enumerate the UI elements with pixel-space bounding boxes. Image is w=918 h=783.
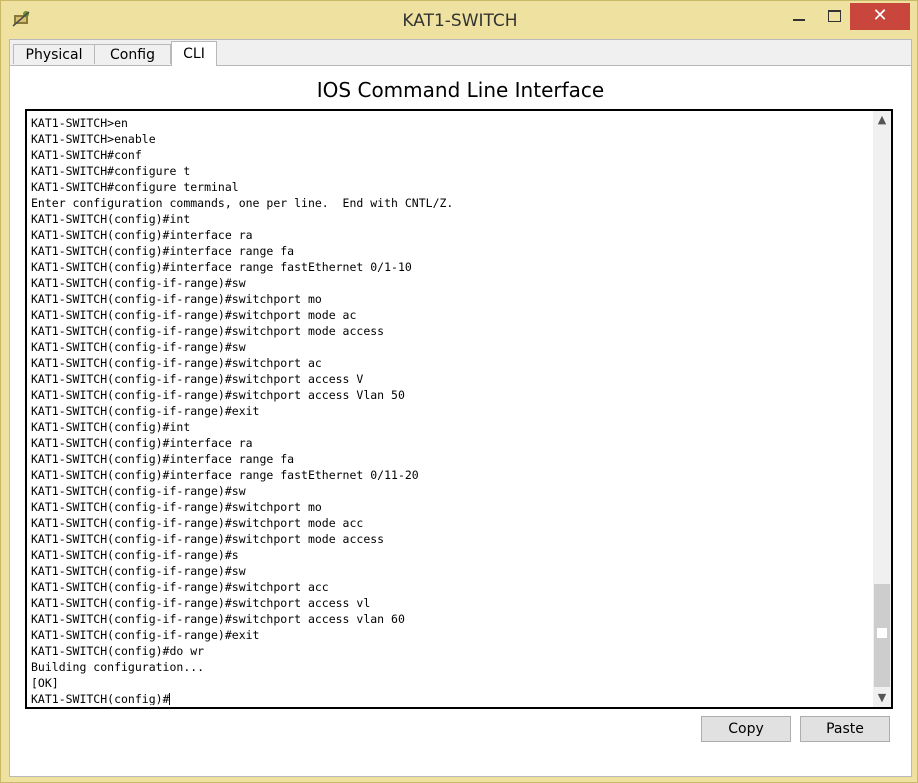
scrollbar-grip xyxy=(877,628,887,638)
console-line: KAT1-SWITCH(config)#interface range fa xyxy=(31,452,295,466)
panel-title: IOS Command Line Interface xyxy=(316,78,605,102)
maximize-button[interactable] xyxy=(817,3,851,29)
console-line: KAT1-SWITCH(config)#interface range fa xyxy=(31,244,295,258)
console-line: KAT1-SWITCH(config-if-range)#switchport … xyxy=(31,516,364,530)
tab-physical[interactable]: Physical xyxy=(13,44,95,64)
title-bar[interactable]: KAT1-SWITCH ✕ xyxy=(1,1,918,39)
console-line: KAT1-SWITCH(config-if-range)#switchport … xyxy=(31,596,371,610)
switch-window: KAT1-SWITCH ✕ Physical Config CLI IOS Co… xyxy=(0,0,918,783)
console-line: KAT1-SWITCH>en xyxy=(31,116,128,130)
console-line: KAT1-SWITCH#configure t xyxy=(31,164,191,178)
console-line: KAT1-SWITCH(config)#interface ra xyxy=(31,228,253,242)
console-line: KAT1-SWITCH(config)#do wr xyxy=(31,644,205,658)
tab-bar: Physical Config CLI xyxy=(10,40,911,66)
console-line: KAT1-SWITCH(config-if-range)#switchport … xyxy=(31,372,364,386)
console-line: KAT1-SWITCH(config)#int xyxy=(31,212,191,226)
minimize-button[interactable] xyxy=(781,3,815,29)
cli-console[interactable]: KAT1-SWITCH>en KAT1-SWITCH>enable KAT1-SWI… xyxy=(25,109,893,709)
console-line: KAT1-SWITCH(config-if-range)#switchport … xyxy=(31,324,385,338)
scroll-down-icon[interactable]: ▼ xyxy=(873,689,891,707)
console-line: KAT1-SWITCH(config-if-range)#sw xyxy=(31,340,246,354)
console-line: KAT1-SWITCH(config-if-range)#exit xyxy=(31,628,260,642)
console-line: KAT1-SWITCH(config-if-range)#switchport … xyxy=(31,356,322,370)
client-area: Physical Config CLI IOS Command Line Int… xyxy=(9,39,912,777)
scrollbar-thumb[interactable] xyxy=(874,584,890,687)
console-line: Building configuration... xyxy=(31,660,205,674)
console-line: Enter configuration commands, one per li… xyxy=(31,196,454,210)
paste-button[interactable]: Paste xyxy=(800,716,890,742)
console-line: KAT1-SWITCH#configure terminal xyxy=(31,180,239,194)
maximize-icon xyxy=(828,10,841,22)
console-line: [OK] xyxy=(31,676,59,690)
console-line: KAT1-SWITCH(config-if-range)#switchport … xyxy=(31,388,405,402)
console-prompt-line[interactable]: KAT1-SWITCH(config)# xyxy=(31,691,866,705)
scroll-up-icon[interactable]: ▲ xyxy=(873,111,891,129)
copy-button[interactable]: Copy xyxy=(701,716,791,742)
console-scrollbar[interactable]: ▲ ▼ xyxy=(873,111,891,707)
tab-cli[interactable]: CLI xyxy=(171,41,217,66)
console-line: KAT1-SWITCH(config-if-range)#s xyxy=(31,548,239,562)
console-line: KAT1-SWITCH#conf xyxy=(31,148,142,162)
console-output[interactable]: KAT1-SWITCH>en KAT1-SWITCH>enable KAT1-SWI… xyxy=(31,115,866,705)
close-icon: ✕ xyxy=(872,5,888,26)
text-cursor xyxy=(169,693,171,705)
console-line: KAT1-SWITCH(config)#interface range fast… xyxy=(31,468,419,482)
console-line: KAT1-SWITCH(config-if-range)#sw xyxy=(31,564,246,578)
console-line: KAT1-SWITCH(config-if-range)#exit xyxy=(31,404,260,418)
console-line: KAT1-SWITCH(config-if-range)#sw xyxy=(31,484,246,498)
tab-config[interactable]: Config xyxy=(94,44,171,64)
console-line: KAT1-SWITCH(config)#int xyxy=(31,420,191,434)
console-line: KAT1-SWITCH(config)#interface ra xyxy=(31,436,253,450)
minimize-icon xyxy=(793,19,805,21)
console-line: KAT1-SWITCH(config-if-range)#switchport … xyxy=(31,580,329,594)
console-line: KAT1-SWITCH(config)#interface range fast… xyxy=(31,260,412,274)
console-line: KAT1-SWITCH(config-if-range)#sw xyxy=(31,276,246,290)
console-line: KAT1-SWITCH>enable xyxy=(31,132,156,146)
close-button[interactable]: ✕ xyxy=(850,3,910,30)
console-line: KAT1-SWITCH(config-if-range)#switchport … xyxy=(31,532,385,546)
console-line: KAT1-SWITCH(config-if-range)#switchport … xyxy=(31,612,405,626)
console-line: KAT1-SWITCH(config-if-range)#switchport … xyxy=(31,292,322,306)
console-prompt: KAT1-SWITCH(config)# xyxy=(31,692,170,705)
console-line: KAT1-SWITCH(config-if-range)#switchport … xyxy=(31,500,322,514)
console-line: KAT1-SWITCH(config-if-range)#switchport … xyxy=(31,308,357,322)
